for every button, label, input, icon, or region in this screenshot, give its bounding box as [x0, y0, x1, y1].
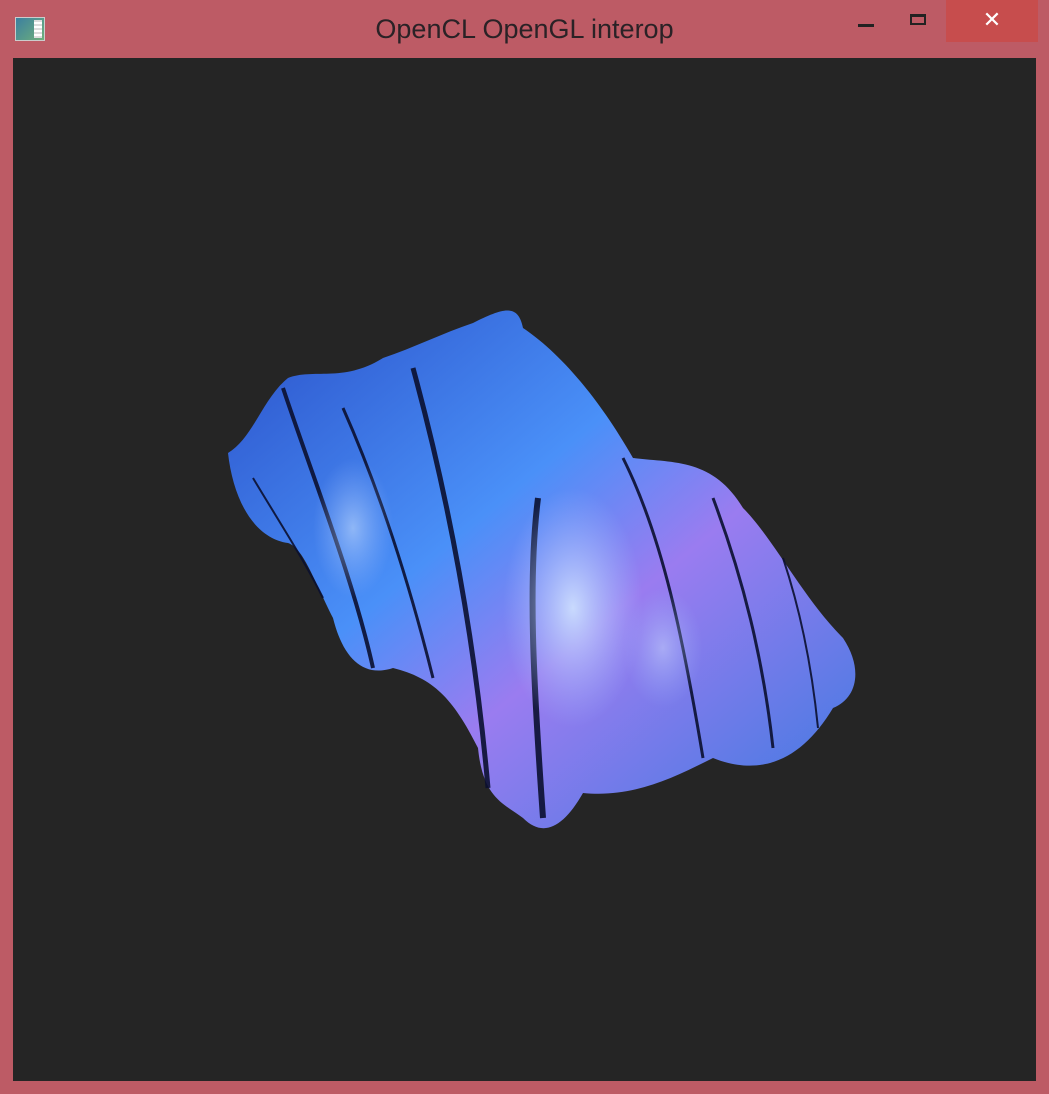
close-button[interactable]: ✕: [946, 0, 1038, 42]
minimize-button[interactable]: [845, 0, 887, 42]
maximize-button[interactable]: [895, 0, 941, 42]
title-bar: OpenCL OpenGL interop ✕: [0, 0, 1049, 58]
fractal-surface-render: [228, 310, 856, 829]
opengl-render-canvas[interactable]: [13, 58, 1036, 1081]
window-title: OpenCL OpenGL interop: [375, 14, 674, 44]
close-icon: ✕: [982, 8, 1002, 33]
